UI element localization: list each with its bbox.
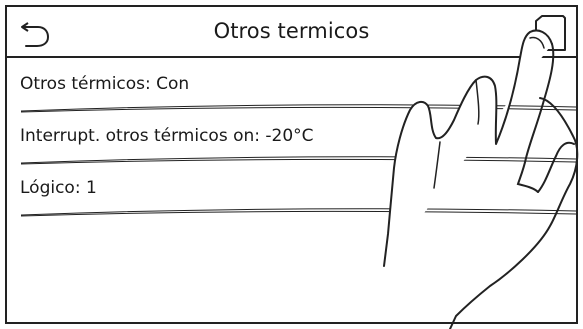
page-title: Otros termicos [213, 19, 370, 43]
row-divider [20, 156, 576, 165]
settings-screen: Otros termicos Otros térmicos: Con Inter… [5, 5, 578, 324]
setting-label: Lógico: 1 [20, 178, 97, 198]
setting-row-logico[interactable]: Lógico: 1 [7, 165, 576, 217]
setting-row-interrupt[interactable]: Interrupt. otros térmicos on: -20°C [7, 113, 576, 165]
setting-label: Interrupt. otros térmicos on: -20°C [20, 126, 314, 146]
home-icon [535, 15, 566, 51]
setting-label: Otros térmicos: Con [20, 74, 190, 94]
title-bar: Otros termicos [7, 7, 576, 58]
setting-row-otros-termicos[interactable]: Otros térmicos: Con [7, 61, 576, 113]
home-button[interactable] [532, 13, 568, 53]
row-divider [20, 104, 576, 113]
row-divider [20, 208, 576, 217]
